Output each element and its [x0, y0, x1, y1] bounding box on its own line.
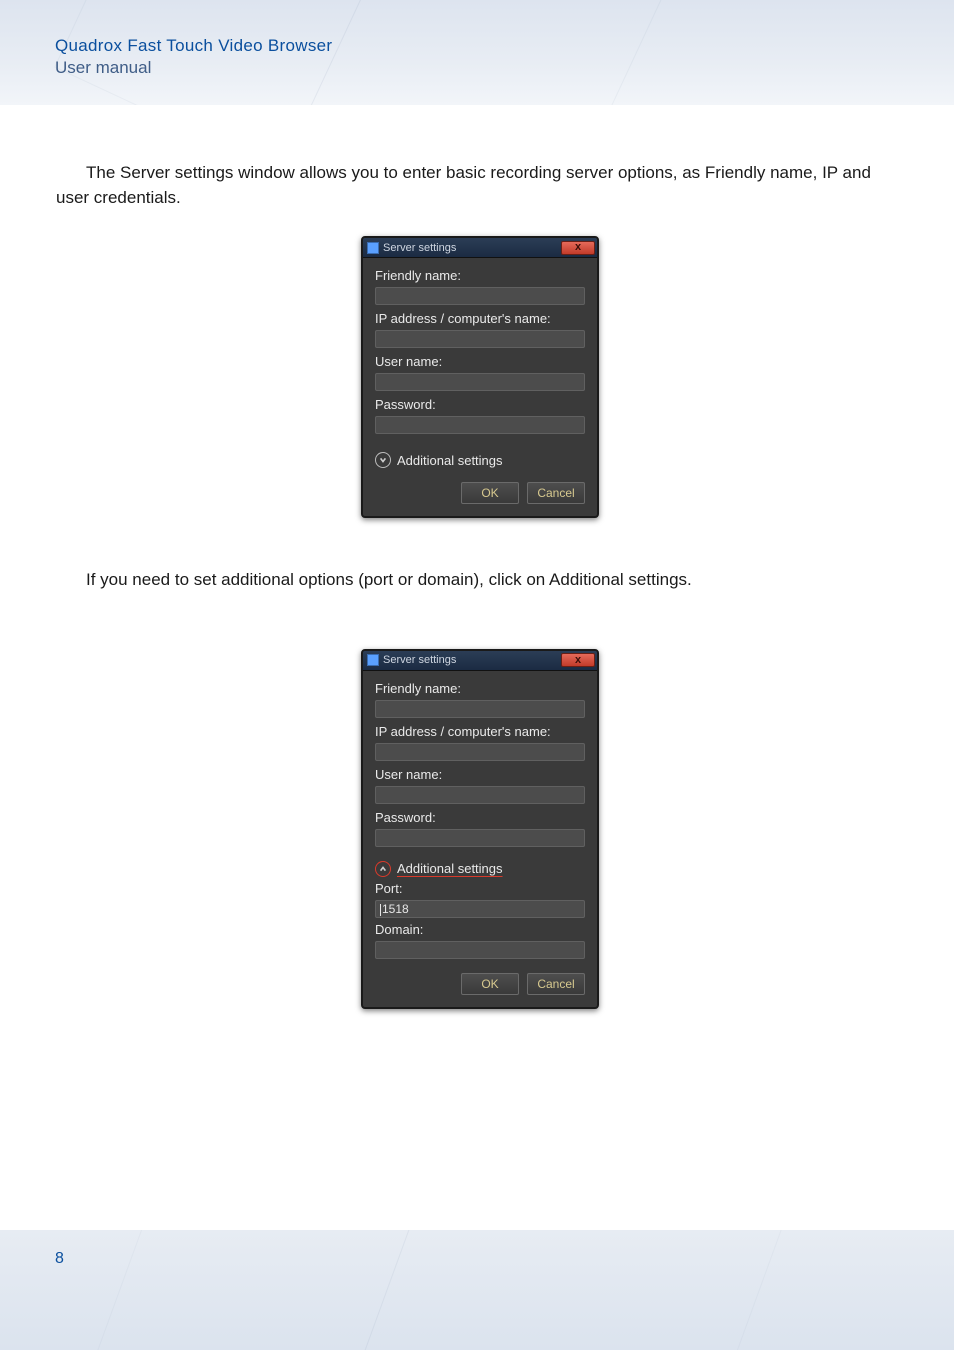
password-label: Password: [375, 810, 585, 825]
server-settings-dialog: Server settings x Friendly name: IP addr… [361, 236, 599, 518]
username-input[interactable] [375, 373, 585, 391]
page-header-band: Quadrox Fast Touch Video Browser User ma… [0, 0, 954, 105]
doc-title: Quadrox Fast Touch Video Browser [55, 36, 332, 56]
chevron-down-icon [375, 452, 391, 468]
app-icon [367, 242, 379, 254]
close-icon: x [575, 242, 581, 253]
dialog-titlebar[interactable]: Server settings x [363, 651, 597, 671]
ok-button[interactable]: OK [461, 973, 519, 995]
ip-label: IP address / computer's name: [375, 311, 585, 326]
additional-settings-toggle[interactable]: Additional settings [375, 452, 585, 468]
username-label: User name: [375, 354, 585, 369]
close-icon: x [575, 655, 581, 666]
domain-label: Domain: [375, 922, 585, 937]
ip-input[interactable] [375, 330, 585, 348]
additional-settings-toggle[interactable]: Additional settings [375, 861, 585, 877]
page-number: 8 [55, 1250, 64, 1268]
close-button[interactable]: x [561, 241, 595, 255]
dialog-title: Server settings [383, 242, 561, 254]
domain-input[interactable] [375, 941, 585, 959]
port-input[interactable]: 1518 [375, 900, 585, 918]
ip-input[interactable] [375, 743, 585, 761]
doc-subtitle: User manual [55, 58, 332, 78]
additional-settings-label: Additional settings [397, 861, 503, 876]
username-input[interactable] [375, 786, 585, 804]
chevron-up-icon [375, 861, 391, 877]
friendly-name-label: Friendly name: [375, 268, 585, 283]
friendly-name-input[interactable] [375, 700, 585, 718]
cancel-button[interactable]: Cancel [527, 482, 585, 504]
additional-settings-label: Additional settings [397, 453, 503, 468]
username-label: User name: [375, 767, 585, 782]
friendly-name-label: Friendly name: [375, 681, 585, 696]
additional-paragraph: If you need to set additional options (p… [56, 568, 904, 593]
password-input[interactable] [375, 416, 585, 434]
page-footer-band: 8 [0, 1230, 954, 1350]
friendly-name-input[interactable] [375, 287, 585, 305]
app-icon [367, 654, 379, 666]
ip-label: IP address / computer's name: [375, 724, 585, 739]
port-label: Port: [375, 881, 585, 896]
password-label: Password: [375, 397, 585, 412]
password-input[interactable] [375, 829, 585, 847]
server-settings-dialog-expanded: Server settings x Friendly name: IP addr… [361, 649, 599, 1009]
dialog-titlebar[interactable]: Server settings x [363, 238, 597, 258]
close-button[interactable]: x [561, 653, 595, 667]
ok-button[interactable]: OK [461, 482, 519, 504]
dialog-title: Server settings [383, 654, 561, 666]
port-value: 1518 [382, 902, 409, 916]
intro-paragraph: The Server settings window allows you to… [56, 161, 904, 210]
cancel-button[interactable]: Cancel [527, 973, 585, 995]
